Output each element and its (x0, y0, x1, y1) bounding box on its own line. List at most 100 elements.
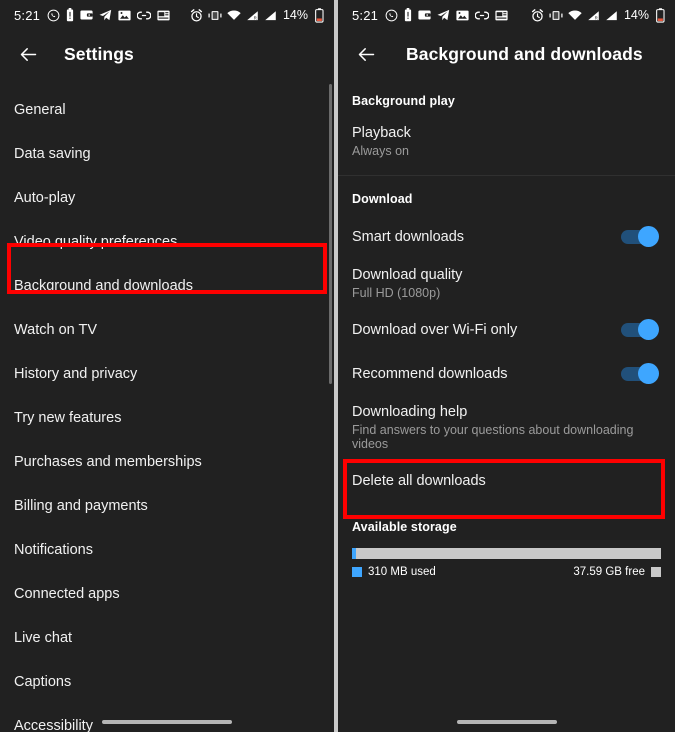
sidebar-item-notifications[interactable]: Notifications (0, 528, 334, 572)
sidebar-item-background-and-downloads[interactable]: Background and downloads (0, 264, 334, 308)
row-download-over-wifi-only[interactable]: Download over Wi-Fi only (338, 309, 675, 353)
settings-menu-list[interactable]: General Data saving Auto-play Video qual… (0, 78, 334, 732)
toggle-smart-downloads[interactable] (621, 226, 659, 247)
row-playback[interactable]: Playback Always on (338, 118, 675, 167)
link-icon (136, 10, 152, 21)
page-title: Settings (64, 43, 134, 64)
row-downloading-help-subtitle: Find answers to your questions about dow… (352, 423, 634, 451)
row-smart-downloads-title: Smart downloads (352, 229, 465, 245)
row-download-quality[interactable]: Download quality Full HD (1080p) (338, 260, 675, 309)
row-delete-all-downloads-texts: Delete all downloads (352, 473, 486, 489)
battery-percent-label: 14% (623, 8, 649, 22)
sidebar-item-label: Accessibility (14, 718, 93, 732)
sidebar-item-captions[interactable]: Captions (0, 660, 334, 704)
status-bar-right: 5:21 R 14% (338, 0, 675, 30)
sidebar-item-video-quality-preferences[interactable]: Video quality preferences (0, 220, 334, 264)
signal-1-icon: R (587, 10, 600, 21)
sidebar-item-label: Billing and payments (14, 498, 148, 514)
toggle-knob (638, 363, 659, 384)
sidebar-item-history-and-privacy[interactable]: History and privacy (0, 352, 334, 396)
svg-text:R: R (254, 15, 257, 20)
signal-2-icon (264, 10, 277, 21)
toggle-download-over-wifi-only[interactable] (621, 319, 659, 340)
storage-legend: 310 MB used 37.59 GB free (352, 566, 661, 578)
sidebar-item-data-saving[interactable]: Data saving (0, 132, 334, 176)
toggle-recommend-downloads[interactable] (621, 363, 659, 384)
toggle-knob (638, 319, 659, 340)
row-playback-title: Playback (352, 125, 411, 141)
battery-alert-icon (404, 8, 412, 22)
news-icon (157, 10, 170, 21)
sidebar-item-label: Purchases and memberships (14, 454, 202, 470)
status-bar-notification-icons (385, 8, 508, 22)
battery-percent-label: 14% (282, 8, 308, 22)
row-download-quality-title: Download quality (352, 267, 463, 283)
row-recommend-downloads[interactable]: Recommend downloads (338, 353, 675, 397)
sidebar-item-billing-and-payments[interactable]: Billing and payments (0, 484, 334, 528)
scrollbar-thumb[interactable] (329, 84, 332, 384)
wallet-icon (80, 9, 93, 21)
telegram-icon (437, 9, 450, 22)
sidebar-item-try-new-features[interactable]: Try new features (0, 396, 334, 440)
back-arrow-icon[interactable] (14, 40, 42, 68)
battery-alert-icon (66, 8, 74, 22)
row-smart-downloads[interactable]: Smart downloads (338, 216, 675, 260)
storage-bar (352, 548, 661, 559)
row-delete-all-downloads[interactable]: Delete all downloads (338, 460, 675, 504)
vibrate-icon (208, 10, 222, 21)
section-header-background-play: Background play (352, 94, 455, 108)
storage-legend-free: 37.59 GB free (573, 566, 661, 578)
left-phone-screen: 5:21 R 14% Settings General Data saving … (0, 0, 336, 732)
sidebar-item-watch-on-tv[interactable]: Watch on TV (0, 308, 334, 352)
status-bar-notification-icons (47, 8, 170, 22)
row-playback-value: Always on (352, 144, 409, 158)
photo-icon (118, 10, 131, 21)
status-bar-system-icons: R 14% (531, 7, 665, 23)
sidebar-item-accessibility[interactable]: Accessibility (0, 704, 334, 732)
row-smart-downloads-texts: Smart downloads (352, 229, 464, 245)
toggle-knob (638, 226, 659, 247)
whatsapp-icon (47, 9, 60, 22)
row-recommend-downloads-title: Recommend downloads (352, 366, 508, 382)
row-recommend-downloads-texts: Recommend downloads (352, 366, 508, 382)
row-downloading-help-title: Downloading help (352, 404, 468, 420)
page-title: Background and downloads (406, 43, 643, 64)
sidebar-item-label: Try new features (14, 410, 122, 426)
row-playback-texts: Playback Always on (352, 125, 411, 158)
storage-free-swatch-icon (651, 567, 661, 577)
alarm-icon (190, 8, 203, 22)
storage-bar-free (355, 548, 661, 559)
row-download-over-wifi-only-title: Download over Wi-Fi only (352, 322, 518, 338)
status-bar-clock: 5:21 (14, 7, 41, 23)
storage-used-swatch-icon (352, 567, 362, 577)
row-downloading-help[interactable]: Downloading help Find answers to your qu… (338, 397, 675, 460)
sidebar-item-label: Video quality preferences (14, 234, 178, 250)
row-download-over-wifi-only-texts: Download over Wi-Fi only (352, 322, 517, 338)
news-icon (495, 10, 508, 21)
storage-used-label: 310 MB used (368, 566, 436, 578)
sidebar-item-label: History and privacy (14, 366, 138, 382)
sidebar-item-connected-apps[interactable]: Connected apps (0, 572, 334, 616)
sidebar-item-purchases-and-memberships[interactable]: Purchases and memberships (0, 440, 334, 484)
wifi-icon (568, 9, 582, 21)
sidebar-item-label: Captions (14, 674, 72, 690)
status-bar-system-icons: R 14% (190, 7, 324, 23)
storage-block: 310 MB used 37.59 GB free (338, 544, 675, 578)
screenshot-root: 5:21 R 14% Settings General Data saving … (0, 0, 675, 732)
row-delete-all-downloads-title: Delete all downloads (352, 473, 486, 489)
sidebar-item-live-chat[interactable]: Live chat (0, 616, 334, 660)
section-header-available-storage: Available storage (352, 520, 457, 534)
back-arrow-icon[interactable] (352, 40, 380, 68)
battery-icon (656, 7, 665, 23)
sidebar-item-label: Notifications (14, 542, 93, 558)
signal-1-icon: R (246, 10, 259, 21)
scrollbar[interactable] (329, 78, 333, 732)
right-app-bar: Background and downloads (338, 30, 675, 78)
sidebar-item-auto-play[interactable]: Auto-play (0, 176, 334, 220)
sidebar-item-label: Live chat (14, 630, 73, 646)
signal-2-icon (605, 10, 618, 21)
wifi-icon (227, 9, 241, 21)
sidebar-item-general[interactable]: General (0, 88, 334, 132)
left-app-bar: Settings (0, 30, 334, 78)
vibrate-icon (549, 10, 563, 21)
